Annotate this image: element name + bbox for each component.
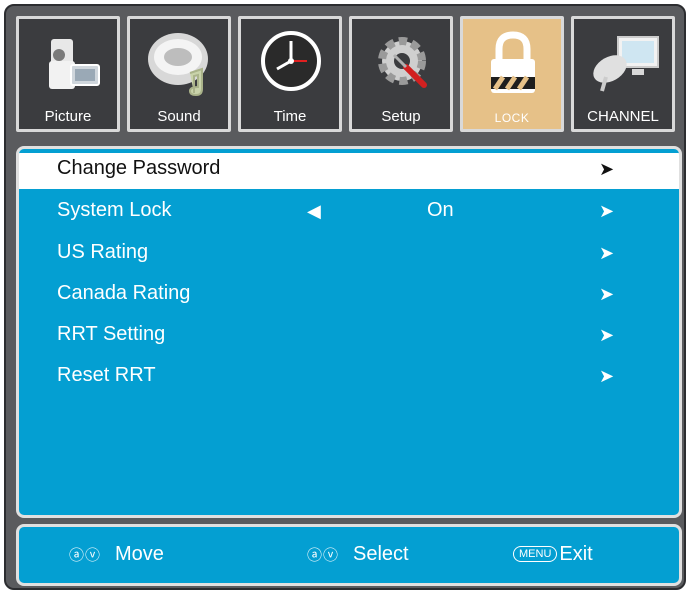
menu-item-reset-rrt[interactable]: Reset RRT ➤ (19, 360, 679, 396)
tab-lock[interactable]: LOCK (460, 16, 564, 132)
key-hint-bar: ⓐⓥ Move ⓐⓥ Select MENU Exit (16, 524, 682, 586)
hint-exit: MENU Exit (513, 543, 593, 566)
menu-item-label: System Lock (57, 199, 172, 221)
menu-item-label: Canada Rating (57, 282, 191, 304)
menu-item-label: US Rating (57, 241, 149, 263)
hint-exit-label: Exit (559, 543, 593, 565)
menu-item-change-password[interactable]: Change Password ➤ (19, 153, 679, 189)
tab-label: Time (273, 108, 307, 125)
tab-sound[interactable]: Sound (127, 16, 231, 132)
tab-label: Setup (381, 108, 421, 125)
tab-label: Sound (157, 108, 201, 125)
arrow-right-icon: ➤ (599, 325, 615, 345)
speaker-icon (140, 25, 220, 105)
tv-menu-frame: Picture Sound Time Setup LOCK CHANNEL Ch… (4, 4, 686, 590)
tab-setup[interactable]: Setup (349, 16, 453, 132)
satellite-dish-icon (584, 25, 664, 105)
tab-label: Picture (44, 108, 92, 125)
arrow-left-icon[interactable]: ◀ (307, 201, 321, 222)
menu-item-label: Reset RRT (57, 364, 156, 386)
tab-label: LOCK (494, 111, 530, 125)
tab-bar: Picture Sound Time Setup LOCK CHANNEL (16, 16, 682, 136)
left-right-keys-icon: ⓐⓥ (307, 547, 340, 564)
arrow-right-icon[interactable]: ➤ (599, 201, 614, 222)
system-lock-value: On (427, 199, 454, 221)
menu-item-canada-rating[interactable]: Canada Rating ➤ (19, 278, 679, 314)
tab-picture[interactable]: Picture (16, 16, 120, 132)
menu-item-label: RRT Setting (57, 323, 166, 345)
arrow-right-icon: ➤ (599, 159, 615, 179)
padlock-icon (473, 25, 553, 105)
menu-item-system-lock[interactable]: System Lock ◀ On ➤ (19, 195, 679, 231)
camcorder-icon (29, 25, 109, 105)
menu-key-icon: MENU (513, 546, 558, 562)
clock-icon (251, 25, 331, 105)
arrow-right-icon: ➤ (599, 284, 615, 304)
lock-menu-panel: Change Password ➤ System Lock ◀ On ➤ US … (16, 146, 682, 518)
arrow-right-icon: ➤ (599, 243, 615, 263)
hint-move: ⓐⓥ Move (69, 543, 164, 566)
arrow-right-icon: ➤ (599, 366, 615, 386)
tab-label: CHANNEL (587, 108, 659, 125)
hint-move-label: Move (115, 543, 164, 565)
menu-item-rrt-setting[interactable]: RRT Setting ➤ (19, 319, 679, 355)
gear-tools-icon (362, 25, 442, 105)
menu-item-us-rating[interactable]: US Rating ➤ (19, 237, 679, 273)
tab-time[interactable]: Time (238, 16, 342, 132)
hint-select-label: Select (353, 543, 409, 565)
up-down-keys-icon: ⓐⓥ (69, 547, 102, 564)
hint-select: ⓐⓥ Select (307, 543, 409, 566)
tab-channel[interactable]: CHANNEL (571, 16, 675, 132)
menu-item-label: Change Password (57, 157, 221, 179)
